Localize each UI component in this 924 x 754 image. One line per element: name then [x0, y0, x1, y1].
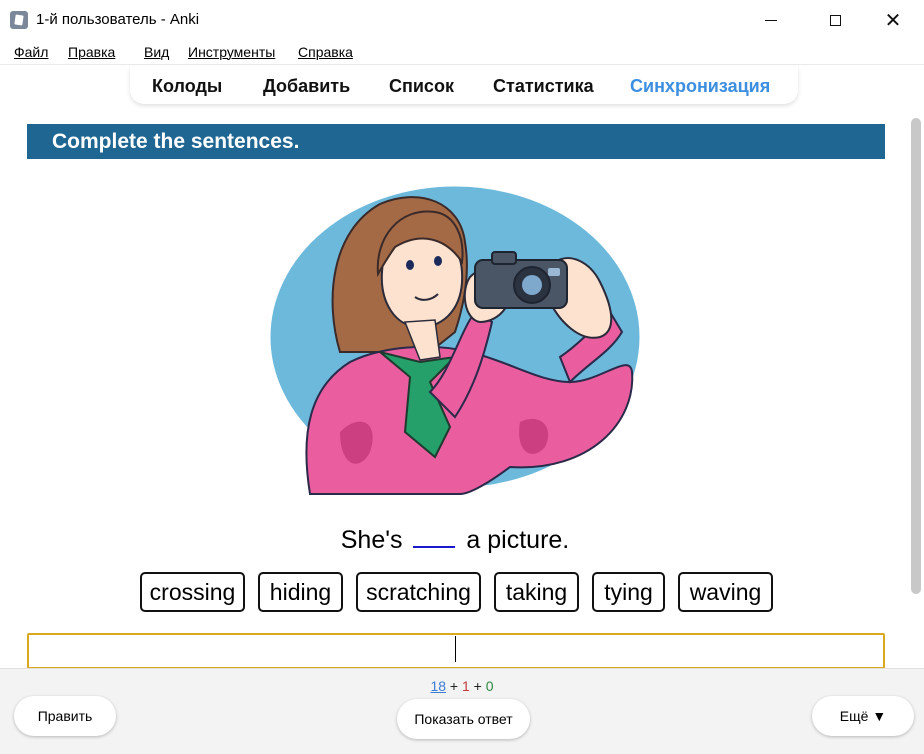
minimize-icon — [765, 19, 777, 21]
word-option-waving[interactable]: waving — [678, 572, 773, 612]
answer-caret-layer — [27, 633, 885, 669]
close-icon: ✕ — [884, 8, 902, 32]
word-option-scratching[interactable]: scratching — [356, 572, 481, 612]
anki-icon — [10, 11, 28, 29]
window-title: 1-й пользователь - Anki — [36, 11, 200, 28]
sentence-blank — [413, 522, 456, 548]
menu-view[interactable]: Вид — [144, 44, 169, 60]
count-review: 0 — [485, 678, 494, 694]
count-learn: 1 — [461, 678, 470, 694]
toolbar-browse[interactable]: Список — [389, 76, 454, 97]
word-option-taking[interactable]: taking — [494, 572, 579, 612]
maximize-icon — [829, 14, 841, 26]
menu-edit[interactable]: Правка — [68, 44, 115, 60]
title-bar: 1-й пользователь - Anki ✕ — [0, 0, 924, 40]
toolbar-stats[interactable]: Статистика — [493, 76, 594, 97]
girl-with-camera-illustration — [270, 183, 643, 495]
scrollbar-thumb[interactable] — [911, 118, 921, 594]
show-answer-button[interactable]: Показать ответ — [397, 699, 530, 739]
word-option-tying[interactable]: tying — [592, 572, 665, 612]
main-toolbar: Колоды Добавить Список Статистика Синхро… — [130, 66, 798, 104]
card-header: Complete the sentences. — [27, 124, 885, 159]
plus-sign: + — [473, 678, 482, 694]
sentence-after: a picture. — [466, 526, 570, 554]
close-button[interactable]: ✕ — [870, 0, 916, 40]
edit-button[interactable]: Править — [14, 696, 116, 736]
menu-file[interactable]: Файл — [14, 44, 48, 60]
word-option-crossing[interactable]: crossing — [140, 572, 245, 612]
bottom-bar: 18 + 1 + 0 Править Показать ответ Ещё ▼ — [0, 668, 924, 754]
toolbar-decks[interactable]: Колоды — [152, 76, 222, 97]
plus-sign: + — [449, 678, 459, 694]
count-new[interactable]: 18 — [430, 678, 446, 694]
more-button[interactable]: Ещё ▼ — [812, 696, 914, 736]
word-option-hiding[interactable]: hiding — [258, 572, 343, 612]
toolbar-add[interactable]: Добавить — [263, 76, 350, 97]
text-caret — [455, 636, 456, 662]
due-counts: 18 + 1 + 0 — [0, 678, 924, 694]
cloze-sentence: She's a picture. — [0, 522, 910, 555]
maximize-button[interactable] — [812, 0, 858, 40]
menu-bar: Файл Правка Вид Инструменты Справка — [0, 40, 924, 65]
toolbar-sync[interactable]: Синхронизация — [630, 76, 770, 97]
minimize-button[interactable] — [748, 0, 794, 40]
sentence-before: She's — [340, 526, 403, 554]
card-header-text: Complete the sentences. — [52, 130, 300, 153]
menu-help[interactable]: Справка — [298, 44, 353, 60]
menu-tools[interactable]: Инструменты — [188, 44, 275, 60]
